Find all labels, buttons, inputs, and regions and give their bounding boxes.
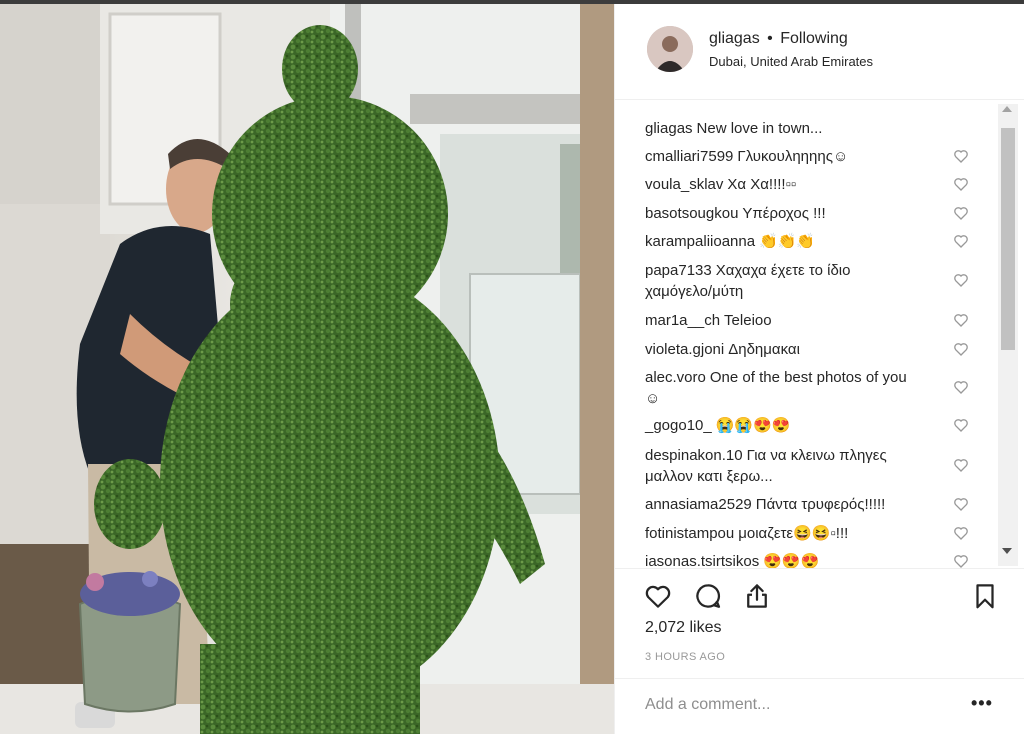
comment-text: Πάντα τρυφερός!!!!!: [755, 496, 886, 513]
comment-item: annasiama2529 Πάντα τρυφερός!!!!!: [645, 494, 975, 515]
comments-list[interactable]: gliagas New love in town... cmalliari7599…: [615, 100, 1024, 568]
comment-heart-icon[interactable]: [953, 272, 969, 288]
comment-item: violeta.gjoni Δηδημακαι: [645, 339, 975, 360]
comments-scrollbar[interactable]: [998, 104, 1018, 566]
comment-username[interactable]: violeta.gjoni: [645, 341, 724, 358]
comment-heart-icon[interactable]: [953, 457, 969, 473]
scroll-down-arrow-icon[interactable]: [1002, 548, 1012, 554]
comment-username[interactable]: _gogo10_: [645, 417, 712, 434]
share-icon[interactable]: [742, 581, 772, 611]
post-actions: 2,072 likes 3 HOURS AGO: [615, 568, 1024, 678]
post-timestamp[interactable]: 3 HOURS AGO: [645, 651, 725, 663]
post-photo[interactable]: [0, 4, 614, 734]
bookmark-icon[interactable]: [970, 581, 1000, 611]
location-link[interactable]: Dubai, United Arab Emirates: [709, 54, 873, 69]
comment-text: Υπέροχος !!!: [742, 205, 826, 222]
avatar-image: [647, 26, 693, 72]
comment-text: Χα Χα!!!!▫▫: [727, 176, 797, 193]
comment-heart-icon[interactable]: [953, 148, 969, 164]
comment-username[interactable]: gliagas: [645, 120, 693, 137]
author-username[interactable]: gliagas: [709, 30, 760, 47]
comment-heart-icon[interactable]: [953, 417, 969, 433]
comment-heart-icon[interactable]: [953, 496, 969, 512]
speech-bubble-icon[interactable]: [693, 581, 723, 611]
comment-item: voula_sklav Χα Χα!!!!▫▫: [645, 174, 975, 195]
comment-heart-icon[interactable]: [953, 379, 969, 395]
comment-heart-icon[interactable]: [953, 341, 969, 357]
comment-item: alec.voro One of the best photos of you ☺: [645, 367, 925, 409]
scroll-up-arrow-icon[interactable]: [1002, 106, 1012, 112]
comment-heart-icon[interactable]: [953, 233, 969, 249]
comment-username[interactable]: alec.voro: [645, 369, 706, 386]
caption: gliagas New love in town...: [645, 118, 975, 139]
comment-heart-icon[interactable]: [953, 553, 969, 568]
comment-text: 😍😍😍: [763, 553, 820, 568]
comment-text: Teleioo: [724, 312, 772, 329]
post-header: gliagas • Following Dubai, United Arab E…: [615, 4, 1024, 100]
add-comment-bar: •••: [615, 678, 1024, 734]
comment-username[interactable]: iasonas.tsirtsikos: [645, 553, 759, 568]
comment-item: iasonas.tsirtsikos 😍😍😍: [645, 551, 975, 568]
comment-text: μοιαζετε😆😆▫!!!: [738, 525, 849, 542]
comment-item: karampaliioanna 👏👏👏: [645, 231, 975, 252]
comment-username[interactable]: cmalliari7599: [645, 148, 733, 165]
comment-text: New love in town...: [696, 120, 823, 137]
photo-illustration: [0, 4, 614, 734]
add-comment-input[interactable]: [645, 693, 945, 717]
comment-username[interactable]: despinakon.10: [645, 447, 743, 464]
more-options-button[interactable]: •••: [971, 693, 993, 714]
avatar[interactable]: [647, 26, 693, 72]
heart-icon[interactable]: [643, 581, 673, 611]
comment-item: despinakon.10 Για να κλεινω πληγες μαλλον…: [645, 445, 935, 487]
separator-dot: •: [767, 30, 773, 47]
comment-username[interactable]: voula_sklav: [645, 176, 723, 193]
comment-username[interactable]: annasiama2529: [645, 496, 752, 513]
comment-text: Δηδημακαι: [728, 341, 800, 358]
post-author-line: gliagas • Following: [709, 30, 848, 48]
comment-text: 👏👏👏: [759, 233, 816, 250]
post-side-panel: gliagas • Following Dubai, United Arab E…: [614, 4, 1024, 734]
comment-item: mar1a__ch Teleioo: [645, 310, 975, 331]
comment-username[interactable]: basotsougkou: [645, 205, 738, 222]
comment-heart-icon[interactable]: [953, 312, 969, 328]
comment-text: Γλυκουληηηης☺: [737, 148, 849, 165]
comment-item: basotsougkou Υπέροχος !!!: [645, 203, 975, 224]
comment-username[interactable]: karampaliioanna: [645, 233, 755, 250]
comment-username[interactable]: papa7133: [645, 262, 712, 279]
scroll-thumb[interactable]: [1001, 128, 1015, 350]
comment-heart-icon[interactable]: [953, 525, 969, 541]
comment-item: _gogo10_ 😭😭😍😍: [645, 415, 975, 436]
comment-heart-icon[interactable]: [953, 205, 969, 221]
comment-item: cmalliari7599 Γλυκουληηηης☺: [645, 146, 975, 167]
comment-item: papa7133 Χαχαχα έχετε το ίδιο χαμόγελο/μύ…: [645, 260, 905, 302]
comment-heart-icon[interactable]: [953, 176, 969, 192]
likes-count[interactable]: 2,072 likes: [645, 619, 722, 637]
comment-username[interactable]: mar1a__ch: [645, 312, 720, 329]
comment-text: 😭😭😍😍: [715, 417, 791, 434]
comment-username[interactable]: fotinistampou: [645, 525, 734, 542]
follow-status-button[interactable]: Following: [780, 30, 848, 47]
comment-item: fotinistampou μοιαζετε😆😆▫!!!: [645, 523, 975, 544]
